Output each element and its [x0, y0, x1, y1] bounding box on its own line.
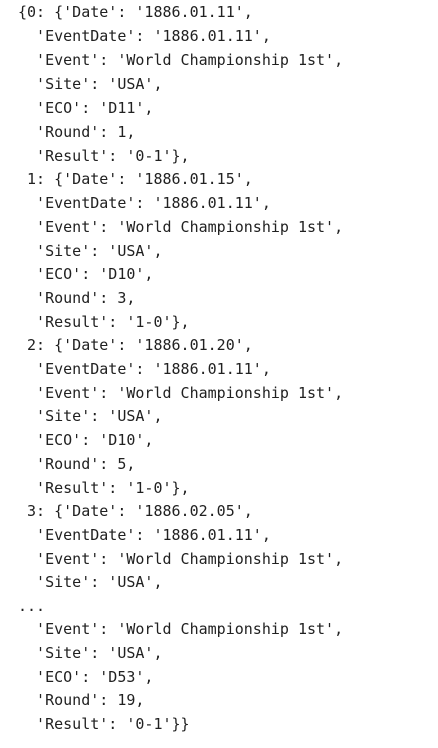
- output-line: 'Event': 'World Championship 1st',: [18, 51, 344, 69]
- output-line: {0: {'Date': '1886.01.11',: [18, 3, 253, 21]
- truncation-ellipsis: ...: [18, 597, 46, 615]
- output-line: 'Round': 19,: [18, 691, 145, 709]
- output-line: 'Site': 'USA',: [18, 75, 163, 93]
- output-line: 'Result': '0-1'}}: [18, 715, 190, 733]
- output-line: 1: {'Date': '1886.01.15',: [18, 170, 253, 188]
- output-line: 'Result': '0-1'},: [18, 147, 190, 165]
- output-line: 2: {'Date': '1886.01.20',: [18, 336, 253, 354]
- output-line: 'EventDate': '1886.01.11',: [18, 27, 271, 45]
- output-line: 'Event': 'World Championship 1st',: [18, 550, 344, 568]
- output-line: 'Site': 'USA',: [18, 644, 163, 662]
- output-line: 'Result': '1-0'},: [18, 479, 190, 497]
- output-line: 'Site': 'USA',: [18, 242, 163, 260]
- output-line: 'Event': 'World Championship 1st',: [18, 384, 344, 402]
- output-line: 'Round': 1,: [18, 123, 136, 141]
- output-line: 'Round': 5,: [18, 455, 136, 473]
- output-line: 'ECO': 'D53',: [18, 668, 154, 686]
- output-line: 'ECO': 'D11',: [18, 99, 154, 117]
- output-line: 'Round': 3,: [18, 289, 136, 307]
- output-line: 'Site': 'USA',: [18, 407, 163, 425]
- output-line: 'ECO': 'D10',: [18, 265, 154, 283]
- output-line: 'EventDate': '1886.01.11',: [18, 360, 271, 378]
- output-line: 'Event': 'World Championship 1st',: [18, 218, 344, 236]
- output-line: 'EventDate': '1886.01.11',: [18, 526, 271, 544]
- output-line: 3: {'Date': '1886.02.05',: [18, 502, 253, 520]
- output-line: 'ECO': 'D10',: [18, 431, 154, 449]
- output-line: 'EventDate': '1886.01.11',: [18, 194, 271, 212]
- output-line: 'Site': 'USA',: [18, 573, 163, 591]
- code-output: {0: {'Date': '1886.01.11', 'EventDate': …: [0, 0, 438, 748]
- output-line: 'Result': '1-0'},: [18, 313, 190, 331]
- output-line: 'Event': 'World Championship 1st',: [18, 620, 344, 638]
